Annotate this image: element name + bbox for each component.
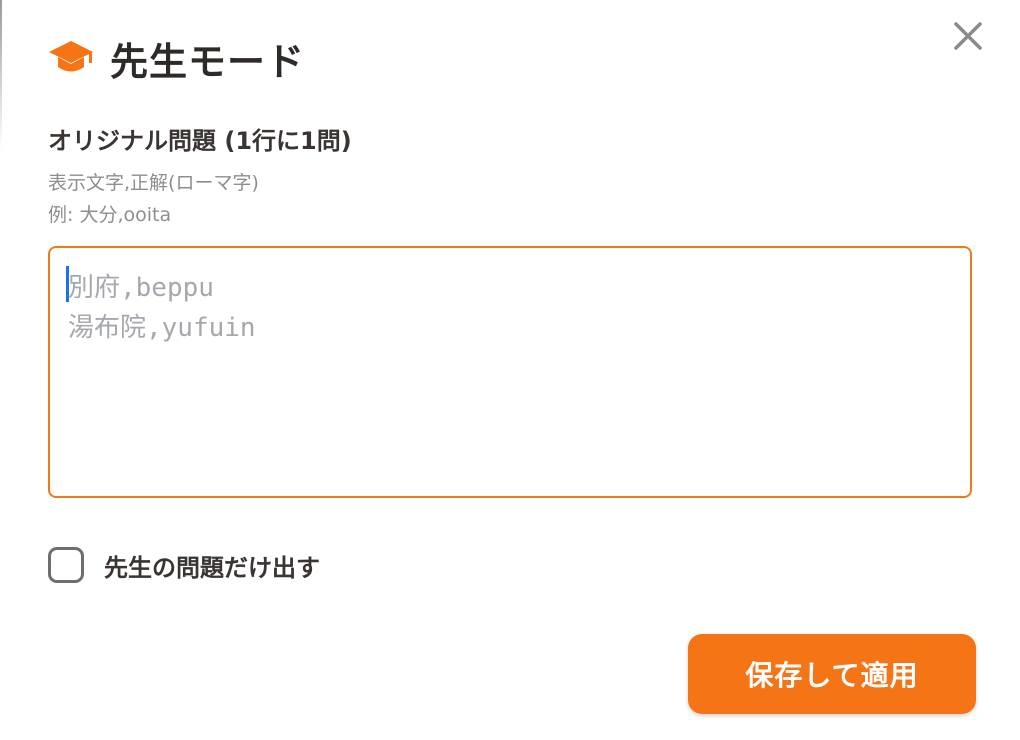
format-hint: 表示文字,正解(ローマ字) (48, 172, 259, 194)
teacher-only-label: 先生の問題だけ出す (104, 553, 320, 582)
close-button[interactable] (948, 18, 988, 58)
dialog-header: 先生モード (48, 30, 305, 86)
questions-label: オリジナル問題 (1行に1問) (48, 127, 352, 155)
close-icon (953, 21, 983, 55)
teacher-mode-dialog: 先生モード オリジナル問題 (1行に1問) 表示文字,正解(ローマ字) 例: 大… (0, 0, 1020, 740)
teacher-only-option[interactable]: 先生の問題だけ出す (48, 547, 320, 583)
graduation-cap-icon (48, 38, 96, 78)
dialog-title: 先生モード (110, 39, 306, 84)
teacher-only-checkbox[interactable] (48, 547, 84, 583)
background-edge (0, 0, 2, 150)
questions-textarea[interactable]: 別府,beppu 湯布院,yufuin (48, 246, 972, 498)
example-hint: 例: 大分,ooita (48, 204, 172, 226)
textarea-placeholder: 別府,beppu 湯布院,yufuin (68, 273, 256, 343)
text-caret (66, 266, 69, 302)
save-apply-button[interactable]: 保存して適用 (688, 634, 976, 714)
